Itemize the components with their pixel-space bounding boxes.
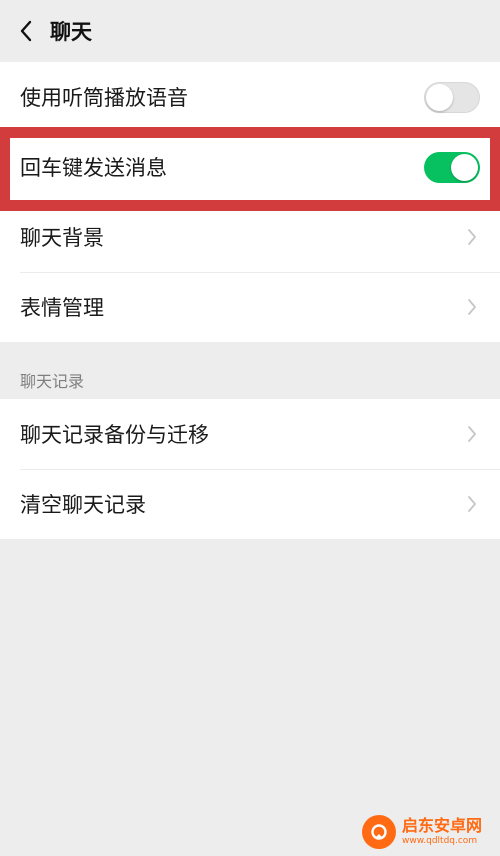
page-title: 聊天 <box>50 20 92 44</box>
setting-row-chat-background[interactable]: 聊天背景 <box>0 202 500 272</box>
setting-row-enter-to-send[interactable]: 回车键发送消息 <box>0 132 500 202</box>
chevron-left-icon <box>20 20 32 42</box>
chat-settings-screen: 聊天 使用听筒播放语音 回车键发送消息 聊天背景 表情管理 聊天记录 聊天记录备… <box>0 0 500 856</box>
section-header-chat-history: 聊天记录 <box>20 372 85 391</box>
setting-row-clear-history[interactable]: 清空聊天记录 <box>0 469 500 539</box>
setting-row-earpiece-playback[interactable]: 使用听筒播放语音 <box>0 62 500 132</box>
setting-label: 回车键发送消息 <box>20 156 167 180</box>
site-watermark: 启东安卓网 www.qdltdq.com <box>362 808 500 856</box>
chevron-right-icon <box>462 297 482 317</box>
earpiece-playback-toggle[interactable] <box>424 81 480 113</box>
watermark-text: 启东安卓网 www.qdltdq.com <box>402 818 482 846</box>
top-bar: 聊天 <box>0 0 500 62</box>
watermark-logo-icon <box>362 815 396 849</box>
toggle-knob <box>426 83 453 111</box>
chevron-right-icon <box>462 227 482 247</box>
setting-label: 清空聊天记录 <box>20 493 146 517</box>
setting-label: 聊天背景 <box>20 226 104 250</box>
enter-to-send-toggle[interactable] <box>424 151 480 183</box>
setting-label: 聊天记录备份与迁移 <box>20 423 209 447</box>
watermark-url: www.qdltdq.com <box>402 836 478 846</box>
back-button[interactable] <box>4 0 48 62</box>
chat-history-group: 聊天记录备份与迁移 清空聊天记录 <box>0 399 500 539</box>
setting-label: 使用听筒播放语音 <box>20 86 188 110</box>
setting-row-backup-migrate[interactable]: 聊天记录备份与迁移 <box>0 399 500 469</box>
setting-row-sticker-management[interactable]: 表情管理 <box>0 272 500 342</box>
toggle-knob <box>451 153 478 181</box>
chat-settings-group: 使用听筒播放语音 回车键发送消息 聊天背景 表情管理 <box>0 62 500 342</box>
chevron-right-icon <box>462 424 482 444</box>
chevron-right-icon <box>462 494 482 514</box>
watermark-name: 启东安卓网 <box>402 816 483 835</box>
setting-label: 表情管理 <box>20 296 104 320</box>
